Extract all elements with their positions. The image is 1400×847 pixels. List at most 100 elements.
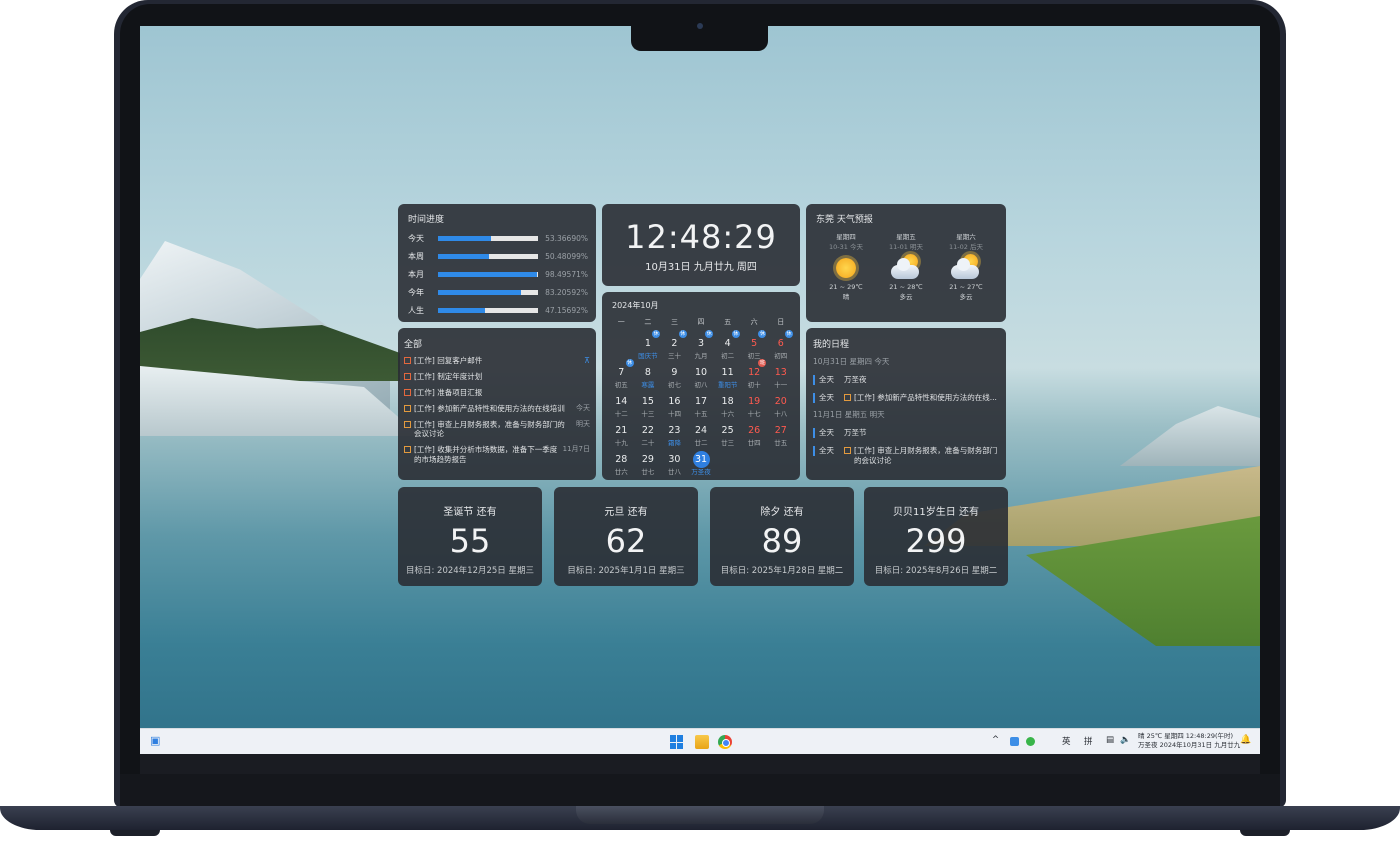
- todo-checkbox[interactable]: [404, 373, 411, 381]
- chrome-icon[interactable]: [718, 735, 732, 749]
- weather-day: 星期五 11-01 明天 21 ~ 28℃ 多云: [878, 231, 934, 301]
- file-explorer-icon[interactable]: [695, 735, 709, 749]
- todo-checkbox[interactable]: [404, 357, 411, 364]
- todo-checkbox[interactable]: [404, 420, 411, 428]
- calendar-day[interactable]: 19 十七: [741, 389, 768, 418]
- calendar-lunar-date: 十一: [774, 381, 788, 389]
- calendar-day[interactable]: 22 二十: [635, 418, 662, 447]
- todo-checkbox[interactable]: [404, 446, 411, 454]
- calendar-day[interactable]: 17 十五: [688, 389, 715, 418]
- calendar-weekday: 三: [670, 318, 678, 326]
- todo-item[interactable]: [工作] 准备项目汇报: [404, 388, 590, 398]
- ime-indicator[interactable]: 拼: [1084, 735, 1093, 747]
- calendar-day[interactable]: 4 初二休: [714, 330, 741, 360]
- todo-checkbox[interactable]: [404, 389, 411, 397]
- calendar-holiday-badge: 休: [625, 359, 634, 367]
- calendar-lunar-date: 十二: [614, 410, 628, 418]
- calendar-lunar-date: 初四: [774, 352, 788, 360]
- sun-icon: [829, 253, 863, 283]
- calendar-month-title: 2024年10月: [612, 301, 659, 310]
- calendar-day[interactable]: 13 十一: [767, 360, 794, 389]
- todo-item[interactable]: [工作] 审查上月财务报表，准备与财务部门的会议讨论 明天: [404, 420, 590, 440]
- todo-item[interactable]: [工作] 参加新产品特性和使用方法的在线培训 今天: [404, 404, 590, 414]
- countdown-widget[interactable]: 贝贝11岁生日 还有 299 目标日: 2025年8月26日 星期二: [864, 487, 1008, 586]
- calendar-day[interactable]: 10 初八: [688, 360, 715, 389]
- calendar-weekday: 一: [617, 318, 625, 326]
- calendar-holiday-badge: 休: [758, 330, 767, 338]
- progress-value: 50.48099%: [545, 251, 588, 261]
- calendar-day[interactable]: 12 初十班: [741, 359, 768, 389]
- todo-item[interactable]: [工作] 收集并分析市场数据，准备下一季度的市场趋势报告 11月7日: [404, 445, 590, 465]
- calendar-day[interactable]: 26 廿四: [741, 418, 768, 447]
- calendar-day[interactable]: 2 三十休: [661, 330, 688, 360]
- wechat-tray-icon[interactable]: [1026, 737, 1035, 746]
- calendar-day[interactable]: 6 初四休: [767, 330, 794, 360]
- calendar-day[interactable]: 7 初五休: [608, 359, 635, 389]
- schedule-item[interactable]: 全天 万圣节: [813, 428, 999, 438]
- schedule-task-checkbox[interactable]: [844, 394, 851, 401]
- laptop-open-notch: [576, 806, 824, 824]
- calendar-holiday-badge: 休: [705, 330, 714, 338]
- calendar-day[interactable]: 8 寒露: [635, 360, 662, 389]
- todo-checkbox[interactable]: [404, 404, 411, 412]
- todo-item[interactable]: [工作] 制定年度计划: [404, 372, 590, 382]
- countdown-widget[interactable]: 除夕 还有 89 目标日: 2025年1月28日 星期二: [710, 487, 854, 586]
- todo-item[interactable]: [工作] 回复客户邮件 ⊼: [404, 356, 590, 366]
- calendar-day[interactable]: 23 霜降: [661, 418, 688, 447]
- calendar-day[interactable]: 27 廿五: [767, 418, 794, 447]
- calendar-day[interactable]: 24 廿二: [688, 418, 715, 447]
- volume-icon[interactable]: 🔈: [1120, 735, 1131, 745]
- weather-widget[interactable]: 东莞 天气预报 星期四 10-31 今天 21 ~ 29℃ 晴 星期五 11-01 明天 2…: [806, 204, 1006, 322]
- language-indicator[interactable]: 英: [1062, 735, 1071, 747]
- widgets-icon[interactable]: ▣: [150, 734, 164, 748]
- calendar-lunar-date: 二十: [641, 439, 655, 447]
- time-progress-widget[interactable]: 时间进度 今天 53.36690% 本周 50.48099% 本月 98.49571% 今年…: [398, 204, 596, 322]
- calendar-day[interactable]: 5 初三休: [741, 330, 768, 360]
- calendar-day[interactable]: 28 廿六: [608, 447, 635, 476]
- calendar-lunar-date: 廿六: [614, 468, 628, 476]
- progress-bar: [438, 289, 538, 295]
- progress-value: 98.49571%: [545, 269, 588, 279]
- calendar-day[interactable]: 25 廿三: [714, 418, 741, 447]
- weather-temp: 21 ~ 27℃: [949, 283, 983, 291]
- schedule-item[interactable]: 全天 万圣夜: [813, 375, 999, 385]
- calendar-day[interactable]: 9 初七: [661, 360, 688, 389]
- windows-start-icon[interactable]: [670, 735, 684, 749]
- todo-widget[interactable]: 全部 [工作] 回复客户邮件 ⊼ [工作] 制定年度计划 [工作] 准备项目汇报 [工作…: [398, 328, 596, 480]
- calendar-day[interactable]: 31 万圣夜: [688, 447, 715, 476]
- progress-fill: [438, 289, 522, 295]
- calendar-day[interactable]: 14 十二: [608, 389, 635, 418]
- schedule-item[interactable]: 全天 [工作] 审查上月财务报表，准备与财务部门的会议讨论: [813, 446, 999, 466]
- calendar-holiday-badge: 休: [785, 330, 794, 338]
- calendar-lunar-date: 十九: [614, 439, 628, 447]
- calendar-day[interactable]: 15 十三: [635, 389, 662, 418]
- calendar-day[interactable]: 18 十六: [714, 389, 741, 418]
- calendar-day[interactable]: 1 国庆节休: [635, 330, 662, 360]
- calendar-day[interactable]: 30 廿八: [661, 447, 688, 476]
- schedule-widget[interactable]: 我的日程 10月31日 星期四 今天 全天 万圣夜 全天 [工作] 参加新产品特性和使用…: [806, 328, 1006, 480]
- calendar-day[interactable]: 29 廿七: [635, 447, 662, 476]
- tray-overflow-icon[interactable]: ^: [992, 735, 999, 745]
- schedule-item[interactable]: 全天 [工作] 参加新产品特性和使用方法的在线...: [813, 393, 999, 403]
- schedule-date-header: 10月31日 星期四 今天: [813, 357, 890, 366]
- schedule-task-checkbox[interactable]: [844, 447, 851, 454]
- calendar-widget[interactable]: 2024年10月 一二三四五六日 1 国庆节休 2 三十休 3 九月休 4 初二休 5 初三休 6 初…: [602, 292, 800, 480]
- pin-icon[interactable]: ⊼: [584, 356, 590, 366]
- app-tray-icon[interactable]: [1010, 737, 1019, 746]
- calendar-day[interactable]: 3 九月休: [688, 330, 715, 360]
- calendar-day[interactable]: 21 十九: [608, 418, 635, 447]
- countdown-widget[interactable]: 元旦 还有 62 目标日: 2025年1月1日 星期三: [554, 487, 698, 586]
- calendar-day[interactable]: 20 十八: [767, 389, 794, 418]
- progress-value: 83.20592%: [545, 287, 588, 297]
- countdown-widget[interactable]: 圣诞节 还有 55 目标日: 2024年12月25日 星期三: [398, 487, 542, 586]
- notification-bell-icon[interactable]: 🔔: [1240, 735, 1251, 745]
- tray-datetime[interactable]: 晴 25℃ 星期四 12:48:29(午时) 万圣夜 2024年10月31日 九…: [1138, 732, 1240, 750]
- clock-widget[interactable]: 12:48:29 10月31日 九月廿九 周四: [602, 204, 800, 286]
- calendar-day[interactable]: 16 十四: [661, 389, 688, 418]
- weather-weekday: 星期四: [836, 233, 856, 241]
- calendar-day[interactable]: 11 重阳节: [714, 360, 741, 389]
- network-icon[interactable]: ▤: [1106, 735, 1114, 745]
- clock-time: 12:48:29: [625, 218, 777, 256]
- schedule-text: 万圣节: [844, 428, 867, 437]
- taskbar: ▣ ^ 英 拼 ▤ 🔈 晴 25℃ 星期四 12:48:29(午时) 万圣夜 2…: [140, 728, 1260, 754]
